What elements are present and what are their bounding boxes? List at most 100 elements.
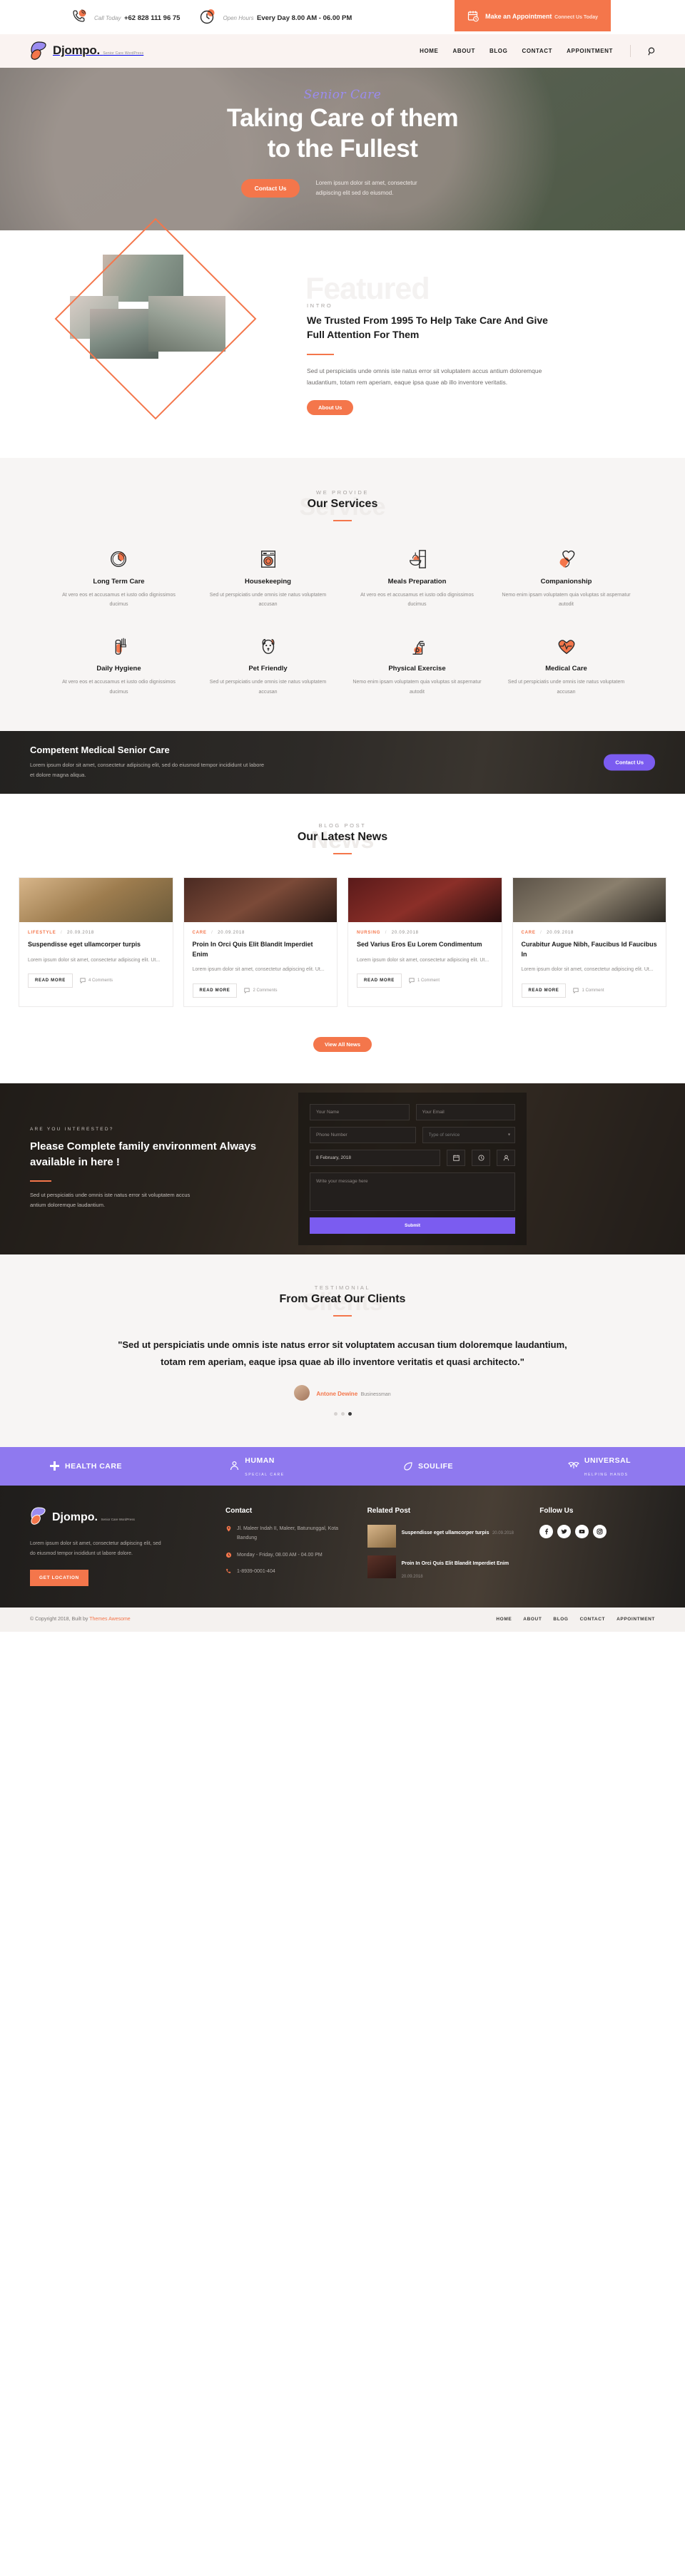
message-textarea[interactable] [310, 1172, 515, 1211]
user-picker-icon[interactable] [497, 1149, 515, 1166]
phone-input[interactable] [310, 1126, 416, 1143]
partner-logo-soulife[interactable]: SOULIFE [342, 1461, 514, 1471]
service-desc: Nemo enim ipsam voluptatem quia voluptas… [502, 592, 631, 608]
blog-post-title[interactable]: Proin In Orci Quis Elit Blandit Imperdie… [193, 940, 329, 959]
appointment-subtitle: Connect Us Today [554, 15, 598, 21]
blog-category[interactable]: NURSING [357, 931, 380, 935]
bottom-nav: HOME ABOUT BLOG CONTACT APPOINTMENT [496, 1617, 655, 1622]
blog-excerpt: Lorem ipsum dolor sit amet, consectetur … [357, 957, 489, 963]
nav-item-about[interactable]: ABOUT [452, 48, 475, 54]
service-desc: Sed ut perspiciatis unde omnis iste natu… [507, 680, 625, 695]
instagram-icon[interactable] [593, 1524, 607, 1538]
nav-item-appointment[interactable]: APPOINTMENT [567, 48, 613, 54]
contact-eyebrow: ARE YOU INTERESTED? [30, 1127, 114, 1133]
partner-logo-human[interactable]: HUMAN SPECIAL CARE [171, 1453, 342, 1479]
copyright-text: © Copyright 2018, Built by Themes Awesom… [30, 1617, 131, 1622]
date-input[interactable] [310, 1149, 440, 1166]
blog-card[interactable]: CARE / 20.09.2018 Proin In Orci Quis Eli… [183, 877, 338, 1007]
carousel-dot[interactable] [333, 1411, 338, 1416]
exercise-bike-icon [351, 634, 483, 658]
cta-contact-button[interactable]: Contact Us [604, 754, 655, 771]
blog-category[interactable]: LIFESTYLE [28, 931, 56, 935]
service-card[interactable]: Medical Care Sed ut perspiciatis unde om… [492, 634, 641, 697]
blog-card[interactable]: LIFESTYLE / 20.09.2018 Suspendisse eget … [19, 877, 173, 1007]
copyright-link[interactable]: Themes Awesome [89, 1617, 130, 1622]
hero-contact-button[interactable]: Contact Us [240, 179, 300, 198]
carousel-dot[interactable] [340, 1411, 345, 1416]
copyright-prefix: © Copyright 2018, Built by [30, 1617, 90, 1622]
blog-meta-separator: / [211, 931, 213, 936]
blog-card[interactable]: NURSING / 20.09.2018 Sed Varius Eros Eu … [347, 877, 502, 1007]
intro-eyebrow: INTRO [307, 302, 333, 309]
call-today-label: Call Today [94, 15, 121, 21]
clock-icon [198, 8, 217, 26]
bottom-nav-home[interactable]: HOME [496, 1617, 512, 1622]
service-card[interactable]: Meals Preparation At vero eos et accusam… [342, 547, 492, 610]
comment-count-label: 2 Comments [253, 988, 278, 993]
call-today-value: +62 828 111 96 75 [123, 14, 181, 22]
read-more-button[interactable]: READ MORE [192, 983, 238, 998]
intro-rule [307, 353, 334, 355]
partner-logo-health-care[interactable]: HEALTH CARE [0, 1461, 171, 1471]
nav-item-blog[interactable]: BLOG [489, 48, 508, 54]
service-card[interactable]: Pet Friendly Sed ut perspiciatis unde om… [193, 634, 342, 697]
footer-logo[interactable]: Djompo. Senior Care WordPress [30, 1507, 207, 1529]
name-input[interactable] [310, 1103, 410, 1120]
email-input[interactable] [415, 1103, 515, 1120]
view-all-news-button[interactable]: View All News [313, 1036, 372, 1052]
service-card[interactable]: Housekeeping Sed ut perspiciatis unde om… [193, 547, 342, 610]
intro-paragraph: Sed ut perspiciatis unde omnis iste natu… [307, 367, 542, 387]
footer-follow-heading: Follow Us [539, 1506, 574, 1515]
get-location-button[interactable]: GET LOCATION [30, 1569, 88, 1586]
nav-menu: HOME ABOUT BLOG CONTACT APPOINTMENT [420, 45, 656, 57]
search-icon[interactable] [648, 46, 656, 56]
make-appointment-button[interactable]: Make an Appointment Connect Us Today [455, 0, 611, 31]
nav-item-contact[interactable]: CONTACT [522, 48, 552, 54]
service-type-select[interactable] [422, 1126, 515, 1143]
facebook-icon[interactable] [539, 1524, 554, 1538]
service-card[interactable]: Daily Hygiene At vero eos et accusamus e… [44, 634, 193, 697]
clock-icon [53, 547, 185, 571]
service-card[interactable]: Physical Exercise Nemo enim ipsam volupt… [342, 634, 492, 697]
blog-post-title[interactable]: Curabitur Augue Nibh, Faucibus Id Faucib… [522, 940, 658, 959]
related-post-thumbnail [367, 1555, 396, 1578]
twitter-icon[interactable] [557, 1524, 572, 1538]
blog-category[interactable]: CARE [193, 931, 207, 935]
footer-about-column: Djompo. Senior Care WordPress Lorem ipsu… [30, 1507, 207, 1589]
service-card[interactable]: Companionship Nemo enim ipsam voluptatem… [492, 547, 641, 610]
partner-logo-universal[interactable]: UNIVERSAL HELPING HANDS [514, 1453, 685, 1479]
service-card[interactable]: Long Term Care At vero eos et accusamus … [44, 547, 193, 610]
blog-post-title[interactable]: Suspendisse eget ullamcorper turpis [28, 940, 164, 950]
open-hours-block: Open Hours Every Day 8.00 AM - 06.00 PM [198, 8, 352, 26]
blog-post-title[interactable]: Sed Varius Eros Eu Lorem Condimentum [357, 940, 493, 950]
bottom-nav-appointment[interactable]: APPOINTMENT [616, 1617, 655, 1622]
nav-item-home[interactable]: HOME [420, 48, 438, 54]
brand-tagline: Senior Care WordPress [103, 51, 144, 56]
about-us-button[interactable]: About Us [307, 399, 354, 415]
comment-icon [409, 978, 415, 984]
submit-button[interactable]: Submit [310, 1217, 515, 1234]
partner-name: HEALTH CARE [65, 1461, 122, 1471]
read-more-button[interactable]: READ MORE [521, 983, 567, 998]
blog-category[interactable]: CARE [522, 931, 536, 935]
read-more-button[interactable]: READ MORE [28, 973, 73, 988]
nav-divider [630, 45, 631, 57]
calendar-picker-icon[interactable] [447, 1149, 465, 1166]
youtube-icon[interactable] [575, 1524, 589, 1538]
related-post-date: 20.09.2018 [492, 1530, 514, 1535]
service-name: Long Term Care [93, 577, 145, 586]
comment-count: 1 Comment [409, 978, 440, 984]
carousel-dot-active[interactable] [347, 1411, 352, 1416]
open-hours-label: Open Hours [223, 15, 254, 21]
related-post-item[interactable]: Proin In Orci Quis Elit Blandit Imperdie… [367, 1555, 522, 1581]
bottom-nav-about[interactable]: ABOUT [523, 1617, 542, 1622]
read-more-button[interactable]: READ MORE [357, 973, 402, 988]
carousel-dots [0, 1411, 685, 1416]
bottom-nav-blog[interactable]: BLOG [553, 1617, 568, 1622]
blog-card[interactable]: CARE / 20.09.2018 Curabitur Augue Nibh, … [512, 877, 666, 1007]
clock-picker-icon[interactable] [472, 1149, 490, 1166]
bottom-nav-contact[interactable]: CONTACT [580, 1617, 606, 1622]
related-post-item[interactable]: Suspendisse eget ullamcorper turpis 20.0… [367, 1524, 522, 1548]
site-logo[interactable]: Djompo. Senior Care WordPress [30, 41, 143, 61]
cross-icon [49, 1461, 60, 1471]
